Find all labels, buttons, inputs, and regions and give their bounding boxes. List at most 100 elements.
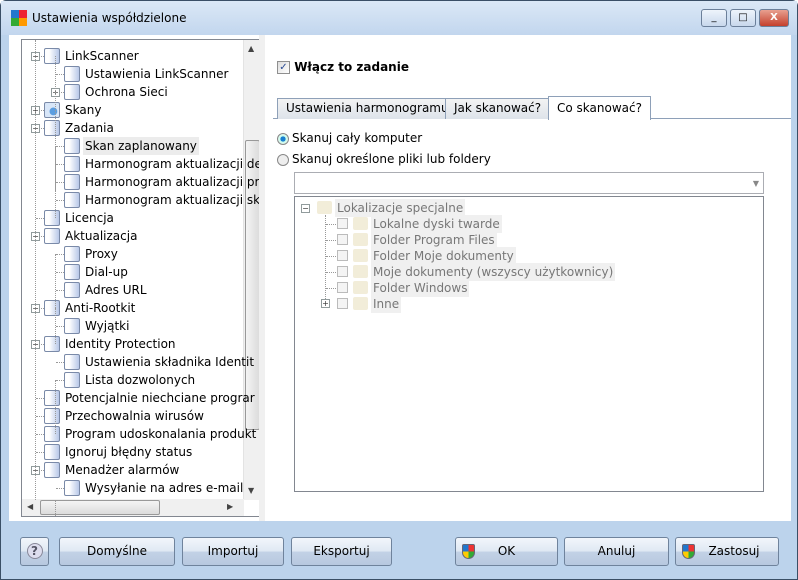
scheduled-task-icon <box>64 138 80 154</box>
tree-connector <box>55 380 56 434</box>
enable-task-checkbox[interactable]: ✓ Włącz to zadanie <box>277 60 409 74</box>
tree-item-label: Wyjątki <box>85 319 130 333</box>
avg-logo-icon <box>11 10 27 26</box>
tree-item-label: Harmonogram aktualizacji de <box>85 157 261 171</box>
settings-tree: ▲ ▼ ◀ ▶ − LinkScanner Ustawienia LinkScann… <box>21 39 261 517</box>
tab-what-to-scan[interactable]: Co skanować? <box>548 96 651 120</box>
tree-connector <box>326 240 336 241</box>
tree-connector <box>326 224 336 225</box>
scroll-thumb-horizontal[interactable] <box>40 500 160 515</box>
title-bar: Ustawienia współdzielone _ □ X <box>1 1 797 35</box>
settings-page-icon <box>64 282 80 298</box>
chevron-down-icon[interactable]: ▼ <box>753 179 759 188</box>
location-checkbox[interactable] <box>337 218 348 229</box>
tree-item-label: Skan zaplanowany <box>83 137 199 155</box>
settings-page-icon <box>64 372 80 388</box>
scheduled-task-icon <box>44 120 60 136</box>
close-button[interactable]: X <box>759 9 789 27</box>
settings-page-icon <box>44 228 60 244</box>
tree-item-label: Harmonogram aktualizacji sk <box>85 193 261 207</box>
location-item[interactable]: + Inne <box>295 295 615 313</box>
settings-page-icon <box>44 300 60 316</box>
folder-icon <box>353 297 368 310</box>
settings-page-icon <box>64 66 80 82</box>
scheduled-task-icon <box>64 192 80 208</box>
tree-item-label: Lista dozwolonych <box>85 373 196 387</box>
location-checkbox[interactable] <box>337 234 348 245</box>
radio-selected-icon[interactable] <box>277 132 289 145</box>
tree-connector <box>55 308 56 344</box>
path-combobox[interactable]: ▼ <box>294 172 764 194</box>
folder-icon <box>353 265 368 278</box>
scan-magnifier-icon <box>44 102 60 118</box>
tree-item[interactable]: Ustawienia składnika Identit <box>22 353 254 371</box>
settings-page-icon <box>44 210 60 226</box>
folder-icon <box>353 281 368 294</box>
scheduled-task-icon <box>64 156 80 172</box>
settings-page-icon <box>64 264 80 280</box>
location-checkbox[interactable] <box>337 266 348 277</box>
scroll-left-icon[interactable]: ◀ <box>27 502 33 511</box>
radio-scan-whole-computer[interactable]: Skanuj cały komputer <box>277 131 422 145</box>
tree-item-label: LinkScanner <box>65 49 139 63</box>
tree-item-label: Zadania <box>65 121 114 135</box>
ok-label: OK <box>497 544 516 558</box>
settings-page-icon <box>64 318 80 334</box>
help-icon: ? <box>26 543 43 559</box>
location-label: Inne <box>371 295 402 313</box>
settings-page-icon <box>44 408 60 424</box>
shield-icon <box>682 544 695 559</box>
tree-item[interactable]: − Menadżer alarmów <box>22 461 244 479</box>
settings-page-icon <box>64 246 80 262</box>
location-checkbox[interactable] <box>337 298 348 309</box>
apply-label: Zastosuj <box>708 544 760 558</box>
tree-connector <box>326 256 336 257</box>
panel-splitter[interactable] <box>259 35 265 521</box>
tree-item[interactable]: − Aktualizacja <box>22 227 244 245</box>
location-checkbox[interactable] <box>337 282 348 293</box>
expand-icon[interactable]: + <box>321 299 330 308</box>
tree-connector <box>326 288 336 289</box>
tree-item[interactable]: Wysyłanie na adres e-mail <box>22 479 244 497</box>
radio-label: Skanuj określone pliki lub foldery <box>292 152 491 166</box>
tree-item-label: Ochrona Sieci <box>85 85 168 99</box>
help-button[interactable]: ? <box>20 537 49 566</box>
minimize-button[interactable]: _ <box>701 9 727 27</box>
tree-item-label: Identity Protection <box>65 337 176 351</box>
maximize-button[interactable]: □ <box>730 9 756 27</box>
radio-scan-specific-files[interactable]: Skanuj określone pliki lub foldery <box>277 152 491 166</box>
scroll-down-icon[interactable]: ▼ <box>248 486 254 495</box>
tree-item-label: Licencja <box>65 211 114 225</box>
import-button[interactable]: Importuj <box>182 537 284 566</box>
tree-item-label: Menadżer alarmów <box>65 463 180 477</box>
export-button[interactable]: Eksportuj <box>291 537 392 566</box>
scroll-up-icon[interactable]: ▲ <box>248 44 254 53</box>
client-area: ▲ ▼ ◀ ▶ − LinkScanner Ustawienia LinkScann… <box>9 35 791 521</box>
settings-page-icon <box>44 48 60 64</box>
ok-button[interactable]: OK <box>455 537 558 566</box>
settings-page-icon <box>64 84 80 100</box>
defaults-button[interactable]: Domyślne <box>59 537 175 566</box>
tree-item-label: Skany <box>65 103 102 117</box>
enable-task-label: Włącz to zadanie <box>294 60 409 74</box>
tree-connector <box>326 272 336 273</box>
collapse-icon[interactable]: − <box>301 204 310 213</box>
tab-how-to-scan[interactable]: Jak skanować? <box>445 98 551 119</box>
tree-connector <box>35 40 36 500</box>
scroll-right-icon[interactable]: ▶ <box>227 502 233 511</box>
checkbox-checked-icon[interactable]: ✓ <box>277 61 290 74</box>
tab-bar: Ustawienia harmonogramu Jak skanować? Co… <box>273 96 791 120</box>
apply-button[interactable]: Zastosuj <box>675 537 779 566</box>
cancel-button[interactable]: Anuluj <box>564 537 669 566</box>
settings-page-icon <box>44 426 60 442</box>
scheduled-task-icon <box>64 174 80 190</box>
tab-schedule-settings[interactable]: Ustawienia harmonogramu <box>277 98 458 119</box>
tree-item-label: Przechowalnia wirusów <box>65 409 204 423</box>
radio-unselected-icon[interactable] <box>277 153 289 166</box>
tree-item-label: Ustawienia LinkScanner <box>85 67 229 81</box>
location-checkbox[interactable] <box>337 250 348 261</box>
tree-item[interactable]: Ignoruj błędny status <box>22 443 244 461</box>
settings-page-icon <box>64 480 80 496</box>
shield-icon <box>462 544 475 559</box>
folder-icon <box>353 249 368 262</box>
